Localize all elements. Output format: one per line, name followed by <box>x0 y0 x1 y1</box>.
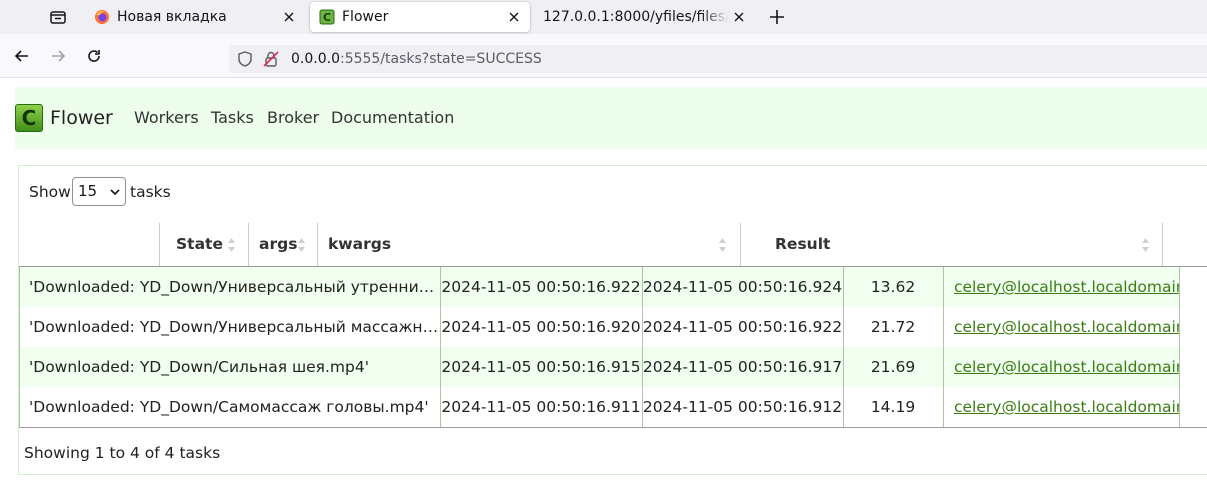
cell-started: 2024-11-05 00:50:16.922 <box>642 318 843 336</box>
column-divider <box>843 267 844 427</box>
cell-received: 2024-11-05 00:50:16.911 <box>441 398 641 416</box>
table-row[interactable]: 'Downloaded: YD_Down/Универсальный утрен… <box>19 267 1180 307</box>
sort-icon[interactable] <box>227 237 236 253</box>
column-divider <box>440 267 441 427</box>
flower-favicon: C <box>319 9 335 25</box>
firefox-icon <box>95 10 109 24</box>
cell-worker: celery@localhost.localdomain <box>943 387 1180 427</box>
nav-tasks[interactable]: Tasks <box>211 108 254 128</box>
url-host: 0.0.0.0 <box>291 51 340 67</box>
table-bottom-divider <box>19 427 1207 428</box>
header-label: State <box>176 235 223 253</box>
worker-link[interactable]: celery@localhost.localdomain <box>954 318 1180 336</box>
column-header-result[interactable]: Result <box>740 223 1163 266</box>
url-path: :5555/tasks?state=SUCCESS <box>339 51 542 67</box>
tab-title: Flower <box>342 9 389 25</box>
worker-link[interactable]: celery@localhost.localdomain <box>954 278 1180 296</box>
cell-received: 2024-11-05 00:50:16.920 <box>441 318 641 336</box>
table-row[interactable]: 'Downloaded: YD_Down/Универсальный масса… <box>19 307 1180 347</box>
close-tab-icon[interactable] <box>729 7 749 27</box>
cell-runtime: 13.62 <box>870 278 916 296</box>
table-header: State args kwargs Result <box>19 223 1207 267</box>
nav-broker[interactable]: Broker <box>267 108 319 128</box>
tab-title: Новая вкладка <box>117 9 227 25</box>
chevron-down-icon <box>110 189 120 196</box>
cell-started: 2024-11-05 00:50:16.924 <box>642 278 843 296</box>
worker-link[interactable]: celery@localhost.localdomain <box>954 398 1180 416</box>
column-header-args[interactable]: args <box>248 223 318 266</box>
cell-result: 'Downloaded: YD_Down/Универсальный масса… <box>29 318 440 336</box>
cell-runtime: 21.69 <box>870 358 916 376</box>
cell-runtime: 21.72 <box>870 318 916 336</box>
insecure-lock-icon[interactable] <box>262 50 280 68</box>
cell-result: 'Downloaded: YD_Down/Сильная шея.mp4' <box>29 358 369 376</box>
tab-flower[interactable]: C Flower <box>310 2 530 32</box>
table-row[interactable]: 'Downloaded: YD_Down/Самомассаж головы.m… <box>19 387 1180 427</box>
show-label: Show <box>29 183 71 201</box>
cell-received: 2024-11-05 00:50:16.915 <box>441 358 641 376</box>
cell-runtime: 14.19 <box>870 398 916 416</box>
sort-icon[interactable] <box>718 237 727 253</box>
sort-icon[interactable] <box>297 237 306 253</box>
table-row[interactable]: 'Downloaded: YD_Down/Сильная шея.mp4' 20… <box>19 347 1180 387</box>
page-size-value: 15 <box>78 182 98 200</box>
sort-icon[interactable] <box>1141 237 1150 253</box>
url-text[interactable]: 0.0.0.0:5555/tasks?state=SUCCESS <box>291 50 542 68</box>
cell-result: 'Downloaded: YD_Down/Самомассаж головы.m… <box>29 398 429 416</box>
cell-received: 2024-11-05 00:50:16.922 <box>441 278 641 296</box>
brand-name[interactable]: Flower <box>50 106 113 130</box>
logo-letter: C <box>21 106 37 130</box>
reload-icon[interactable] <box>84 46 104 66</box>
tab-localhost[interactable]: 127.0.0.1:8000/yfiles/files/do <box>535 2 755 32</box>
page-size-select[interactable]: 15 <box>72 177 126 206</box>
back-arrow-icon[interactable] <box>12 46 32 66</box>
cell-worker: celery@localhost.localdomain <box>943 267 1180 307</box>
tab-overview-icon[interactable] <box>49 8 67 26</box>
shield-icon[interactable] <box>236 50 254 68</box>
cell-worker: celery@localhost.localdomain <box>943 307 1180 347</box>
tab-title: 127.0.0.1:8000/yfiles/files/do <box>543 9 729 25</box>
tab-new-tab[interactable]: Новая вкладка <box>85 2 305 32</box>
header-label: Result <box>775 235 831 253</box>
cell-started: 2024-11-05 00:50:16.917 <box>642 358 843 376</box>
close-tab-icon[interactable] <box>504 7 524 27</box>
column-divider <box>1179 267 1180 427</box>
column-header-kwargs[interactable]: kwargs <box>318 223 740 266</box>
tasks-label: tasks <box>130 183 171 201</box>
header-label: kwargs <box>328 235 392 253</box>
close-tab-icon[interactable] <box>279 7 299 27</box>
cell-started: 2024-11-05 00:50:16.912 <box>642 398 843 416</box>
header-label: args <box>259 235 298 253</box>
browser-tab-bar: Новая вкладка C Flower 127.0.0.1:8000/yf… <box>0 0 1207 34</box>
svg-text:C: C <box>323 11 331 24</box>
cell-worker: celery@localhost.localdomain <box>943 347 1180 387</box>
nav-documentation[interactable]: Documentation <box>331 108 454 128</box>
cell-result: 'Downloaded: YD_Down/Универсальный утрен… <box>29 278 440 296</box>
table-info: Showing 1 to 4 of 4 tasks <box>24 444 221 462</box>
nav-workers[interactable]: Workers <box>134 108 199 128</box>
column-divider <box>943 267 944 427</box>
forward-arrow-icon[interactable] <box>48 46 68 66</box>
column-divider <box>642 267 643 427</box>
worker-link[interactable]: celery@localhost.localdomain <box>954 358 1180 376</box>
flower-logo[interactable]: C <box>15 104 43 132</box>
column-divider <box>19 267 20 427</box>
new-tab-plus-icon[interactable] <box>766 6 788 28</box>
